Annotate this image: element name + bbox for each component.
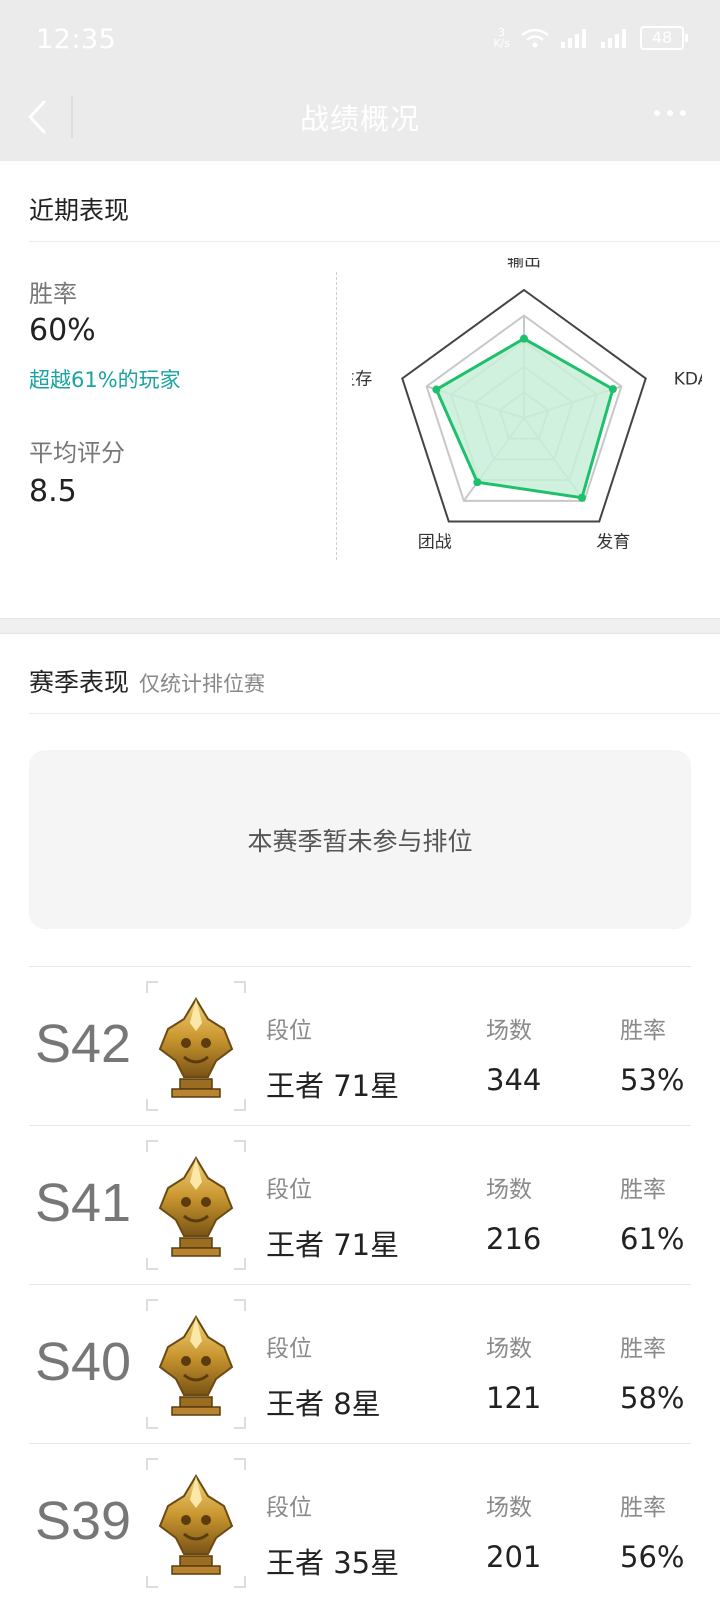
section-separator: [0, 618, 720, 634]
status-time: 12:35: [36, 24, 117, 55]
games-label: 场数: [486, 1495, 532, 1521]
season-name: S41: [35, 1173, 132, 1233]
more-icon[interactable]: [654, 110, 686, 116]
battery-indicator: 48: [640, 26, 688, 50]
divider: [29, 713, 720, 714]
radar-axis-label: 生存: [352, 369, 372, 389]
radar-point: [577, 493, 586, 502]
win-rate-col-value: 58%: [620, 1381, 685, 1415]
rank-value: 王者 8星: [266, 1387, 381, 1421]
rank-label: 段位: [266, 1018, 312, 1044]
season-row[interactable]: S42 段位 王者 71星 场数 344 胜率 53%: [29, 966, 691, 1126]
season-subtitle: 仅统计排位赛: [139, 672, 266, 696]
rank-badge: [146, 1458, 246, 1588]
radar-chart: 输出 KDA 发育 团战 生存: [352, 258, 702, 553]
games-value: 201: [486, 1540, 542, 1574]
rank-label: 段位: [266, 1177, 312, 1203]
rank-value: 王者 35星: [266, 1546, 400, 1580]
radar-axis-label: 输出: [507, 258, 541, 271]
avg-score-label: 平均评分: [29, 439, 125, 467]
app-header: 12:35 3 K/s 48 战绩概况: [0, 0, 720, 161]
king-rank-icon: [158, 997, 234, 1098]
games-label: 场数: [486, 1336, 532, 1362]
games-value: 121: [486, 1381, 542, 1415]
dashed-divider: [336, 272, 337, 560]
radar-data-area: [434, 336, 615, 500]
king-rank-icon: [158, 1156, 234, 1257]
games-value: 216: [486, 1222, 542, 1256]
recent-title: 近期表现: [29, 196, 130, 225]
win-rate-col-value: 61%: [620, 1222, 685, 1256]
season-title-text: 赛季表现: [29, 668, 130, 697]
games-value: 344: [486, 1063, 542, 1097]
rank-badge: [146, 1140, 246, 1270]
season-row[interactable]: S39 段位 王者 35星 场数 201 胜率 56%: [29, 1443, 691, 1603]
rank-label: 段位: [266, 1336, 312, 1362]
status-icons: 3 K/s 48: [493, 26, 688, 50]
rank-badge: [146, 981, 246, 1111]
win-rate-value: 60%: [29, 313, 96, 348]
signal-icon: [601, 29, 626, 48]
avg-score-value: 8.5: [29, 474, 77, 509]
win-rate-col-label: 胜率: [620, 1495, 666, 1521]
radar-point: [608, 385, 617, 394]
king-rank-icon: [158, 1315, 234, 1416]
page-title: 战绩概况: [299, 102, 420, 136]
wifi-icon: [521, 28, 549, 48]
season-row[interactable]: S40 段位 王者 8星 场数 121 胜率 58%: [29, 1284, 691, 1444]
signal-icon: [561, 29, 586, 48]
radar-axis-label: 发育: [596, 533, 630, 553]
win-rate-note: 超越61%的玩家: [29, 368, 181, 392]
rank-badge: [146, 1299, 246, 1429]
win-rate-col-value: 53%: [620, 1063, 685, 1097]
win-rate-label: 胜率: [29, 280, 77, 308]
season-title: 赛季表现 仅统计排位赛: [29, 663, 265, 699]
season-name: S39: [35, 1491, 132, 1551]
radar-axis-label: KDA: [674, 369, 702, 389]
radar-point: [520, 334, 528, 343]
season-name: S42: [35, 1014, 132, 1074]
rank-value: 王者 71星: [266, 1228, 400, 1262]
win-rate-col-value: 56%: [620, 1540, 685, 1574]
rank-label: 段位: [266, 1495, 312, 1521]
win-rate-col-label: 胜率: [620, 1177, 666, 1203]
king-rank-icon: [158, 1474, 234, 1575]
radar-point: [473, 478, 482, 487]
empty-season-notice: 本赛季暂未参与排位: [29, 750, 691, 929]
season-row[interactable]: S41 段位 王者 71星 场数 216 胜率 61%: [29, 1125, 691, 1285]
win-rate-col-label: 胜率: [620, 1018, 666, 1044]
games-label: 场数: [486, 1018, 532, 1044]
radar-point: [432, 385, 441, 394]
games-label: 场数: [486, 1177, 532, 1203]
rank-value: 王者 71星: [266, 1069, 400, 1103]
radar-axis-label: 团战: [418, 533, 452, 553]
win-rate-col-label: 胜率: [620, 1336, 666, 1362]
season-name: S40: [35, 1332, 132, 1392]
net-speed: 3 K/s: [493, 26, 510, 50]
divider: [29, 241, 720, 242]
